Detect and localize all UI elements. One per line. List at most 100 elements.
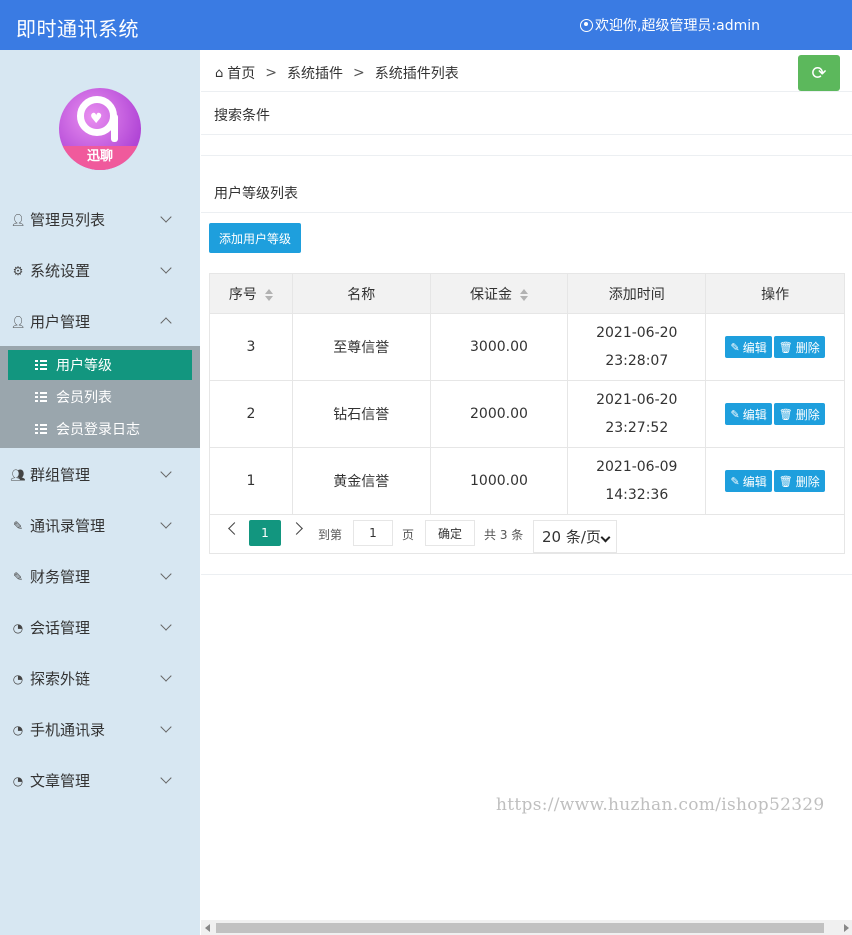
sidebar-item-label: 文章管理 <box>30 772 91 790</box>
chevron-down-icon <box>160 517 172 529</box>
sidebar-subitem-user-level[interactable]: 用户等级 <box>8 350 192 380</box>
total-count: 共 3 条 <box>484 528 524 542</box>
sidebar-item-finance-management[interactable]: ✎ 财务管理 <box>0 551 200 602</box>
column-header-name: 名称 <box>291 273 431 314</box>
divider <box>201 91 852 92</box>
chevron-down-icon <box>160 568 172 580</box>
refresh-icon: ⟳ <box>811 62 827 84</box>
breadcrumb: ⌂ 首页 > 系统插件 > 系统插件列表 <box>215 63 459 83</box>
sidebar-item-phone-contacts[interactable]: ◔ 手机通讯录 <box>0 704 200 755</box>
prev-page-icon[interactable] <box>228 522 241 535</box>
user-icon: 👤︎ <box>10 212 26 227</box>
sidebar-subitem-label: 会员登录日志 <box>56 422 140 438</box>
sidebar-item-label: 管理员列表 <box>30 211 106 229</box>
chat-icon: ◔ <box>12 620 24 635</box>
page-number-input[interactable]: 1 <box>353 520 393 546</box>
users-icon: 👥︎ <box>10 467 26 482</box>
chat-icon: ◔ <box>12 671 24 686</box>
list-icon <box>35 360 47 370</box>
sidebar: ♥ 迅聊 👤︎ 管理员列表 ⚙ 系统设置 👤︎ 用户管理 用户等级 会员列表 会… <box>0 50 200 935</box>
edit-icon: ✎ <box>12 518 24 533</box>
goto-label: 到第 <box>318 528 343 542</box>
sidebar-item-label: 探索外链 <box>30 670 91 688</box>
sidebar-item-system-settings[interactable]: ⚙ 系统设置 <box>0 245 200 296</box>
breadcrumb-level1[interactable]: 系统插件 <box>287 63 343 83</box>
page-unit-label: 页 <box>402 528 415 542</box>
cell-name: 黄金信誉 <box>291 447 431 515</box>
edit-button[interactable]: ✎ 编辑 <box>725 470 772 492</box>
cell-deposit: 2000.00 <box>429 380 569 448</box>
confirm-button[interactable]: 确定 <box>425 520 475 546</box>
sidebar-item-explore-links[interactable]: ◔ 探索外链 <box>0 653 200 704</box>
scroll-left-icon[interactable] <box>205 924 210 932</box>
sidebar-item-label: 用户管理 <box>30 313 91 331</box>
welcome-user[interactable]: 欢迎你,超级管理员:admin <box>580 15 760 35</box>
horizontal-scrollbar[interactable] <box>201 920 852 935</box>
chevron-down-icon <box>160 619 172 631</box>
cell-id: 2 <box>209 380 293 448</box>
sidebar-item-label: 通讯录管理 <box>30 517 106 535</box>
chevron-down-icon <box>160 670 172 682</box>
scroll-right-icon[interactable] <box>844 924 849 932</box>
breadcrumb-separator: > <box>265 65 277 81</box>
table-row: 2 钻石信誉 2000.00 2021-06-20 23:27:52 ✎ 编辑 🗑︎ 删… <box>209 380 845 448</box>
trash-icon: 🗑︎ <box>778 474 793 488</box>
sidebar-item-label: 手机通讯录 <box>30 721 106 739</box>
sidebar-subitem-login-log[interactable]: 会员登录日志 <box>8 414 192 444</box>
sidebar-item-label: 会话管理 <box>30 619 91 637</box>
sort-icon[interactable] <box>519 288 528 301</box>
column-header-deposit[interactable]: 保证金 <box>429 273 569 314</box>
sort-icon[interactable] <box>264 288 273 301</box>
cell-actions: ✎ 编辑 🗑︎ 删除 <box>705 380 845 448</box>
scrollbar-thumb[interactable] <box>216 923 824 933</box>
sidebar-item-session-management[interactable]: ◔ 会话管理 <box>0 602 200 653</box>
user-icon: 👤︎ <box>10 314 26 329</box>
current-page[interactable]: 1 <box>249 520 281 546</box>
divider <box>201 212 852 213</box>
chevron-down-icon <box>160 772 172 784</box>
list-title: 用户等级列表 <box>214 186 298 202</box>
table-row: 3 至尊信誉 3000.00 2021-06-20 23:28:07 ✎ 编辑 🗑︎ 删… <box>209 313 845 381</box>
chevron-down-icon <box>160 466 172 478</box>
column-header-id[interactable]: 序号 <box>209 273 293 314</box>
delete-button[interactable]: 🗑︎ 删除 <box>773 336 825 358</box>
refresh-button[interactable]: ⟳ <box>798 55 840 91</box>
cell-time: 2021-06-09 14:32:36 <box>567 447 707 515</box>
chevron-down-icon <box>600 532 611 543</box>
edit-button[interactable]: ✎ 编辑 <box>725 336 772 358</box>
list-icon <box>35 424 47 434</box>
delete-button[interactable]: 🗑︎ 删除 <box>773 470 825 492</box>
cell-time: 2021-06-20 23:28:07 <box>567 313 707 381</box>
app-logo: ♥ 迅聊 <box>59 88 141 170</box>
column-header-time: 添加时间 <box>567 273 707 314</box>
user-management-submenu: 用户等级 会员列表 会员登录日志 <box>0 346 200 448</box>
sidebar-item-label: 群组管理 <box>30 466 91 484</box>
sidebar-item-group-management[interactable]: 👥︎ 群组管理 <box>0 449 200 500</box>
delete-button[interactable]: 🗑︎ 删除 <box>773 403 825 425</box>
page-size-select[interactable]: 20 条/页 <box>533 520 617 553</box>
logo-text: 迅聊 <box>59 146 141 170</box>
watermark-text: https://www.huzhan.com/ishop52329 <box>496 795 825 815</box>
cell-name: 钻石信誉 <box>291 380 431 448</box>
chevron-up-icon <box>160 317 172 329</box>
add-user-level-button[interactable]: 添加用户等级 <box>209 223 301 253</box>
divider <box>201 574 852 575</box>
sidebar-item-contacts-management[interactable]: ✎ 通讯录管理 <box>0 500 200 551</box>
table-header-row: 序号 名称 保证金 添加时间 操作 <box>209 273 845 314</box>
edit-button[interactable]: ✎ 编辑 <box>725 403 772 425</box>
sidebar-subitem-label: 用户等级 <box>56 358 112 374</box>
next-page-icon[interactable] <box>290 522 303 535</box>
sidebar-item-article-management[interactable]: ◔ 文章管理 <box>0 755 200 806</box>
sidebar-subitem-member-list[interactable]: 会员列表 <box>8 382 192 412</box>
user-level-table: 序号 名称 保证金 添加时间 操作 3 至尊信誉 3000.00 2021-06… <box>209 273 845 515</box>
cell-name: 至尊信誉 <box>291 313 431 381</box>
divider <box>201 155 852 156</box>
sidebar-item-label: 财务管理 <box>30 568 91 586</box>
gear-icon: ⚙ <box>12 263 24 278</box>
list-icon <box>35 392 47 402</box>
breadcrumb-level2: 系统插件列表 <box>374 66 459 82</box>
breadcrumb-home[interactable]: 首页 <box>227 63 255 83</box>
sidebar-item-user-management[interactable]: 👤︎ 用户管理 <box>0 296 200 347</box>
sidebar-item-admin-list[interactable]: 👤︎ 管理员列表 <box>0 194 200 245</box>
chat-icon: ◔ <box>12 722 24 737</box>
